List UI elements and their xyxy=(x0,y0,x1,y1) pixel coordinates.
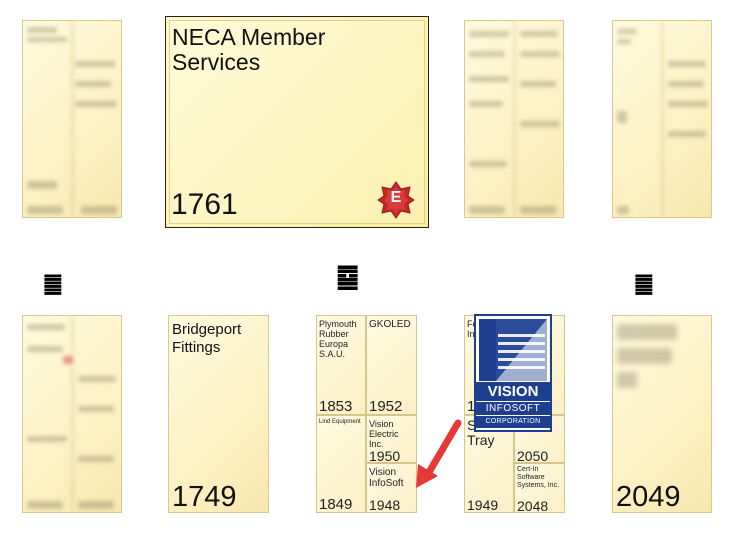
booth-number: 1853 xyxy=(319,398,353,415)
booth-cell[interactable]: GKOLED 1952 xyxy=(366,315,417,415)
red-arrow-icon xyxy=(412,418,464,492)
booth-number: 2050 xyxy=(517,448,549,463)
booth-cell[interactable]: Lind Equipment 1849 xyxy=(316,415,366,513)
booth-title: Lind Equipment xyxy=(319,419,361,425)
booth-tile-a[interactable] xyxy=(22,20,122,218)
booth-number: 1761 xyxy=(171,188,238,221)
booth-number: 2049 xyxy=(616,481,681,513)
booth-cluster: Plymouth Rubber Europa S.A.U. 1853 GKOLE… xyxy=(316,315,417,513)
booth-number: 1952 xyxy=(369,398,403,415)
booth-tile-d[interactable] xyxy=(612,20,712,218)
booth-title: Cert-In Software Systems, Inc. xyxy=(517,466,560,489)
aisle-marker-icon: ䷀ xyxy=(634,272,654,297)
booth-number: 1950 xyxy=(369,448,401,463)
booth-number: 1749 xyxy=(172,481,237,513)
booth-tile-bridgeport[interactable]: Bridgeport Fittings 1749 xyxy=(168,315,269,513)
booth-number: 1948 xyxy=(369,497,401,513)
booth-cell[interactable]: Vision InfoSoft 1948 xyxy=(366,463,417,513)
booth-number: 2048 xyxy=(517,498,549,513)
aisle-marker-icon: ䷀ xyxy=(43,272,63,297)
booth-number: 1949 xyxy=(467,497,499,513)
logo-line1: VISION xyxy=(476,382,550,401)
booth-title: Bridgeport Fittings xyxy=(172,321,242,356)
booth-tile-i[interactable]: 2049 xyxy=(612,315,712,513)
booth-title: Vision InfoSoft xyxy=(369,467,404,489)
booth-title: GKOLED xyxy=(369,319,411,330)
exhibitor-badge-icon[interactable]: E xyxy=(377,181,415,219)
logo-line3: CORPORATION xyxy=(476,416,550,428)
booth-tile-e[interactable] xyxy=(22,315,122,513)
booth-title: NECA Member Services xyxy=(172,24,326,75)
booth-cell[interactable]: Cert-In Software Systems, Inc. 2048 xyxy=(514,463,565,513)
booth-tile-c[interactable] xyxy=(464,20,564,218)
booth-number: 1849 xyxy=(319,496,353,513)
logo-line2: INFOSOFT xyxy=(476,402,550,415)
booth-title: Plymouth Rubber Europa S.A.U. xyxy=(319,319,357,359)
badge-letter: E xyxy=(390,189,402,206)
aisle-marker-icon: ䷈ xyxy=(336,262,360,292)
booth-cell[interactable]: Plymouth Rubber Europa S.A.U. 1853 xyxy=(316,315,366,415)
booth-tile-neca[interactable]: NECA Member Services 1761 E xyxy=(165,16,429,228)
booth-title: Vision Electric Inc. xyxy=(369,419,399,449)
booth-cell[interactable]: Vision Electric Inc. 1950 xyxy=(366,415,417,463)
vision-infosoft-logo[interactable]: VISION INFOSOFT CORPORATION xyxy=(474,314,552,432)
